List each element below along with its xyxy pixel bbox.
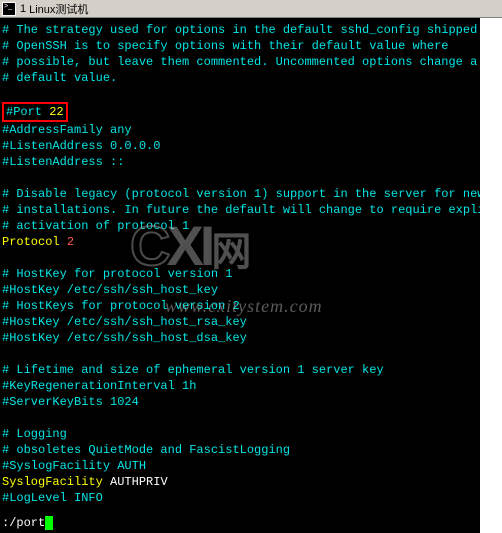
terminal-viewport[interactable]: # The strategy used for options in the d… xyxy=(0,18,480,533)
vim-search-bar[interactable]: :/port xyxy=(2,515,478,531)
config-comment: # possible, but leave them commented. Un… xyxy=(2,54,478,70)
config-comment: # activation of protocol 1 xyxy=(2,218,478,234)
config-line: #ListenAddress :: xyxy=(2,154,478,170)
port-highlight-box: #Port 22 xyxy=(2,102,68,122)
blank-line xyxy=(2,346,478,362)
blank-line xyxy=(2,250,478,266)
config-comment: # Lifetime and size of ephemeral version… xyxy=(2,362,478,378)
config-comment: # OpenSSH is to specify options with the… xyxy=(2,38,478,54)
config-line: #ListenAddress 0.0.0.0 xyxy=(2,138,478,154)
syslog-key: SyslogFacility xyxy=(2,475,110,489)
right-margin xyxy=(480,18,502,533)
port-line: #Port 22 xyxy=(2,102,478,122)
terminal-icon xyxy=(2,2,16,16)
config-comment: # obsoletes QuietMode and FascistLogging xyxy=(2,442,478,458)
config-comment: # Disable legacy (protocol version 1) su… xyxy=(2,186,478,202)
config-line: #SyslogFacility AUTH xyxy=(2,458,478,474)
search-query: port xyxy=(16,516,45,530)
config-comment: # HostKey for protocol version 1 xyxy=(2,266,478,282)
blank-line xyxy=(2,86,478,102)
config-comment: # Logging xyxy=(2,426,478,442)
config-line: #KeyRegenerationInterval 1h xyxy=(2,378,478,394)
search-prefix: :/ xyxy=(2,516,16,530)
config-comment: # HostKeys for protocol version 2 xyxy=(2,298,478,314)
syslog-facility-line: SyslogFacility AUTHPRIV xyxy=(2,474,478,490)
config-comment: # installations. In future the default w… xyxy=(2,202,478,218)
config-comment: # default value. xyxy=(2,70,478,86)
protocol-value: 2 xyxy=(67,235,74,249)
config-line: #ServerKeyBits 1024 xyxy=(2,394,478,410)
config-comment: # The strategy used for options in the d… xyxy=(2,22,478,38)
config-line: #HostKey /etc/ssh/ssh_host_rsa_key xyxy=(2,314,478,330)
config-line: #HostKey /etc/ssh/ssh_host_dsa_key xyxy=(2,330,478,346)
protocol-key: Protocol xyxy=(2,235,67,249)
config-line: #LogLevel INFO xyxy=(2,490,478,506)
syslog-value: AUTHPRIV xyxy=(110,475,168,489)
blank-line xyxy=(2,410,478,426)
config-line: #AddressFamily any xyxy=(2,122,478,138)
protocol-line: Protocol 2 xyxy=(2,234,478,250)
blank-line xyxy=(2,170,478,186)
window-tab[interactable]: 1 Linux测试机 xyxy=(0,0,502,18)
port-value: 22 xyxy=(49,105,63,119)
tab-title: Linux测试机 xyxy=(29,1,88,17)
tab-number: 1 xyxy=(20,3,26,15)
cursor xyxy=(45,516,53,530)
port-label: #Port xyxy=(6,105,49,119)
config-line: #HostKey /etc/ssh/ssh_host_key xyxy=(2,282,478,298)
